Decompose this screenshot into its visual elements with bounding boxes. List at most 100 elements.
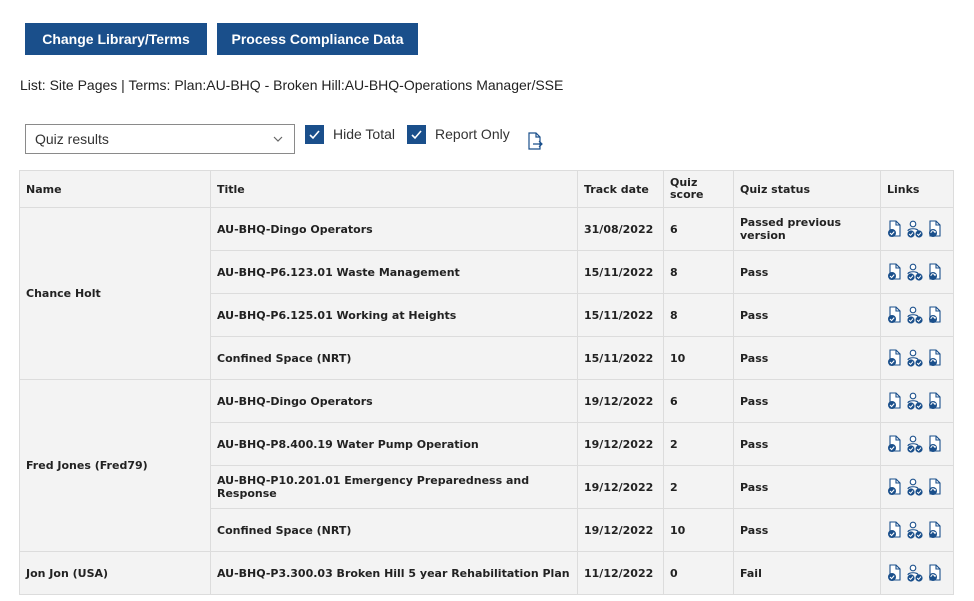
links-group <box>887 478 947 496</box>
cell-quiz-score: 10 <box>663 336 734 380</box>
cell-links <box>880 207 954 251</box>
document-sync-icon[interactable] <box>927 220 943 238</box>
cell-quiz-score-text: 6 <box>670 222 678 236</box>
document-sync-icon[interactable] <box>927 478 943 496</box>
cell-quiz-status-text: Pass <box>740 394 769 408</box>
links-group <box>887 349 947 367</box>
document-check-icon[interactable] <box>887 349 903 367</box>
cell-track-date-text: 19/12/2022 <box>584 394 654 408</box>
cell-quiz-score: 6 <box>663 207 734 251</box>
cell-quiz-status: Passed previous version <box>733 207 881 251</box>
cell-quiz-status: Pass <box>733 250 881 294</box>
cell-track-date: 19/12/2022 <box>577 465 664 509</box>
cell-quiz-status: Pass <box>733 379 881 423</box>
document-check-icon[interactable] <box>887 435 903 453</box>
users-check-icon[interactable] <box>906 263 924 281</box>
cell-quiz-score-text: 8 <box>670 308 678 322</box>
header-quiz-status: Quiz status <box>733 170 881 208</box>
table-header-row: Name Title Track date Quiz score Quiz st… <box>19 170 954 208</box>
document-sync-icon[interactable] <box>927 521 943 539</box>
cell-title: AU-BHQ-P6.125.01 Working at Heights <box>210 293 578 337</box>
change-library-terms-button[interactable]: Change Library/Terms <box>25 23 207 55</box>
users-check-icon[interactable] <box>906 564 924 582</box>
chevron-down-icon <box>273 136 283 142</box>
list-terms-info: List: Site Pages | Terms: Plan:AU-BHQ - … <box>20 77 564 93</box>
cell-quiz-status: Pass <box>733 508 881 552</box>
document-check-icon[interactable] <box>887 521 903 539</box>
cell-track-date-text: 31/08/2022 <box>584 222 654 236</box>
users-check-icon[interactable] <box>906 521 924 539</box>
cell-quiz-score: 0 <box>663 551 734 595</box>
header-track-date: Track date <box>577 170 664 208</box>
table-row: Fred Jones (Fred79) AU-BHQ-Dingo Operator… <box>19 379 954 552</box>
cell-track-date: 19/12/2022 <box>577 422 664 466</box>
links-group <box>887 435 947 453</box>
document-check-icon[interactable] <box>887 306 903 324</box>
hide-total-option[interactable]: Hide Total <box>305 124 395 144</box>
report-only-checkbox[interactable] <box>407 124 427 144</box>
document-check-icon[interactable] <box>887 263 903 281</box>
document-sync-icon[interactable] <box>927 392 943 410</box>
cell-quiz-status-text: Pass <box>740 437 769 451</box>
document-sync-icon[interactable] <box>927 263 943 281</box>
cell-links <box>880 551 954 595</box>
hide-total-checkbox[interactable] <box>305 124 324 144</box>
export-file-icon[interactable] <box>527 132 543 150</box>
cell-quiz-score-text: 2 <box>670 480 678 494</box>
document-sync-icon[interactable] <box>927 306 943 324</box>
document-sync-icon[interactable] <box>927 435 943 453</box>
document-check-icon[interactable] <box>887 220 903 238</box>
cell-track-date: 31/08/2022 <box>577 207 664 251</box>
process-compliance-data-button[interactable]: Process Compliance Data <box>217 23 418 55</box>
header-quiz-score: Quiz score <box>663 170 734 208</box>
users-check-icon[interactable] <box>906 220 924 238</box>
cell-track-date-text: 19/12/2022 <box>584 523 654 537</box>
cell-quiz-status: Pass <box>733 293 881 337</box>
controls-bar: Quiz results Hide Total Report Only <box>25 124 543 154</box>
links-group <box>887 564 947 582</box>
users-check-icon[interactable] <box>906 306 924 324</box>
links-group <box>887 521 947 539</box>
document-check-icon[interactable] <box>887 478 903 496</box>
toolbar: Change Library/Terms Process Compliance … <box>25 23 418 55</box>
cell-links <box>880 465 954 509</box>
cell-title: AU-BHQ-P10.201.01 Emergency Preparedness… <box>210 465 578 509</box>
users-check-icon[interactable] <box>906 392 924 410</box>
cell-quiz-score-text: 8 <box>670 265 678 279</box>
cell-quiz-status-text: Pass <box>740 265 769 279</box>
cell-quiz-score-text: 10 <box>670 351 686 365</box>
cell-links <box>880 250 954 294</box>
cell-track-date: 11/12/2022 <box>577 551 664 595</box>
document-check-icon[interactable] <box>887 564 903 582</box>
cell-quiz-status-text: Fail <box>740 566 762 580</box>
cell-quiz-status-text: Passed previous version <box>740 216 842 242</box>
table-row: Jon Jon (USA) AU-BHQ-P3.300.03 Broken Hil… <box>19 551 954 595</box>
cell-title: AU-BHQ-P6.123.01 Waste Management <box>210 250 578 294</box>
users-check-icon[interactable] <box>906 435 924 453</box>
cell-quiz-status: Fail <box>733 551 881 595</box>
cell-links <box>880 336 954 380</box>
cell-quiz-status: Pass <box>733 336 881 380</box>
cell-quiz-status-text: Pass <box>740 351 769 365</box>
document-sync-icon[interactable] <box>927 349 943 367</box>
users-check-icon[interactable] <box>906 349 924 367</box>
cell-name: Chance Holt <box>19 207 211 380</box>
cell-quiz-status: Pass <box>733 422 881 466</box>
links-group <box>887 263 947 281</box>
document-sync-icon[interactable] <box>927 564 943 582</box>
report-only-option[interactable]: Report Only <box>407 124 510 144</box>
view-select[interactable]: Quiz results <box>25 124 295 154</box>
cell-track-date: 15/11/2022 <box>577 250 664 294</box>
cell-title: AU-BHQ-Dingo Operators <box>210 379 578 423</box>
cell-links <box>880 508 954 552</box>
cell-title: AU-BHQ-P8.400.19 Water Pump Operation <box>210 422 578 466</box>
cell-quiz-score-text: 2 <box>670 437 678 451</box>
header-links: Links <box>880 170 954 208</box>
document-check-icon[interactable] <box>887 392 903 410</box>
cell-title: Confined Space (NRT) <box>210 508 578 552</box>
cell-quiz-score: 8 <box>663 293 734 337</box>
links-group <box>887 220 947 238</box>
cell-title-text: AU-BHQ-P8.400.19 Water Pump Operation <box>217 437 479 451</box>
cell-title: Confined Space (NRT) <box>210 336 578 380</box>
users-check-icon[interactable] <box>906 478 924 496</box>
